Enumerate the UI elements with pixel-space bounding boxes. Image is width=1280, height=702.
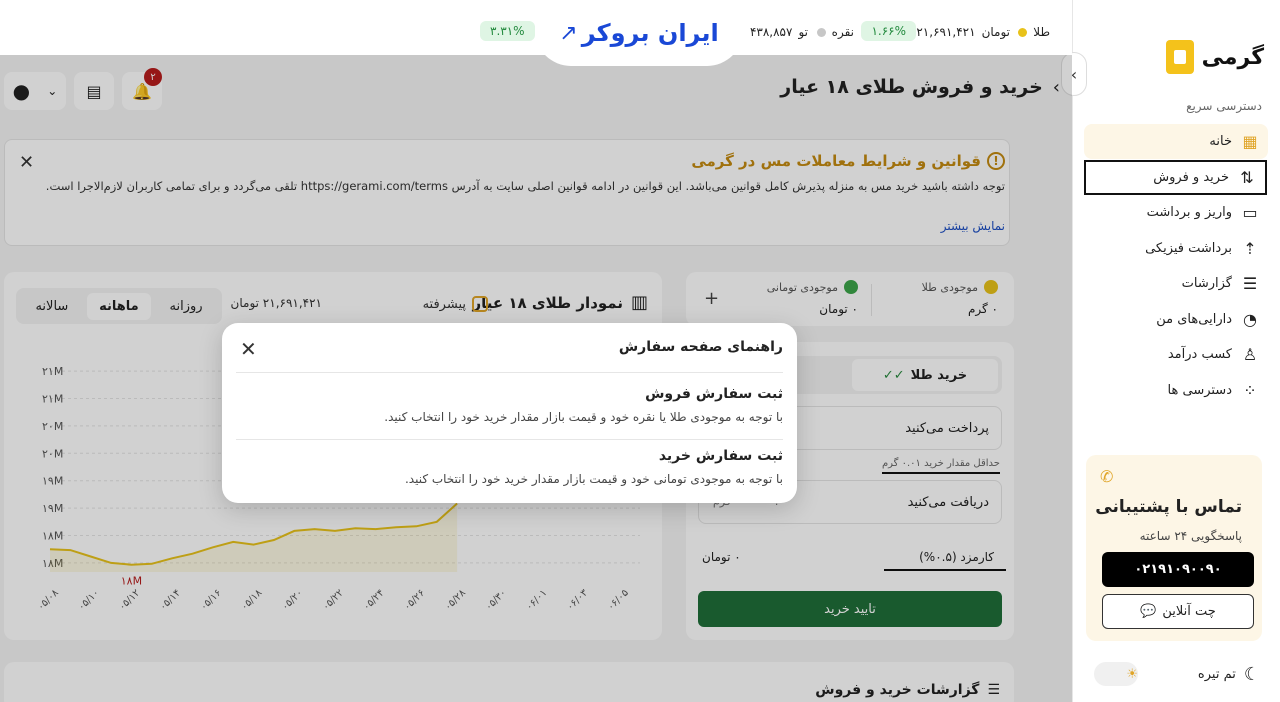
sidebar-item-earn[interactable]: ♙ کسب درآمد [1084,337,1268,372]
ticker-gold-change: ۱.۶۶% [861,21,916,41]
ticker-gold-pct: ۱.۶۶% [861,21,916,41]
support-subtitle: پاسخگویی ۲۴ ساعته [1139,529,1242,543]
wallet-card-icon: ▭ [1242,203,1258,222]
order-guide-modal: راهنمای صفحه سفارش ✕ ثبت سفارش فروش با ت… [222,323,797,503]
ticker-gold-label: طلا [1033,25,1050,39]
phone-icon: ✆ [1100,467,1114,486]
sidebar-item-label: برداشت فیزیکی [1145,240,1232,256]
chat-bubble-icon: 💬 [1140,604,1157,619]
sidebar-item-label: گزارشات [1181,276,1232,291]
support-phone-button[interactable]: ۰۲۱۹۱۰۹۰۰۹۰ [1102,552,1254,587]
sidebar-item-label: کسب درآمد [1167,347,1232,362]
sidebar-item-deposit-withdraw[interactable]: ▭ واریز و برداشت [1084,195,1268,230]
ticker-silver-label: نقره [831,25,854,39]
ticker-silver-unit: تو [798,25,808,39]
ticker-gold-price: تومان ۲۱,۶۹۱,۴۲۱ [916,25,1010,39]
trend-arrow-icon: ↗ [559,20,578,46]
ticker-silver-price: تو ۴۳۸,۸۵۷ [750,25,808,39]
theme-toggle[interactable]: ☀ [1094,662,1138,686]
moon-icon: ☾ [1243,663,1260,685]
modal-title: راهنمای صفحه سفارش [618,339,783,355]
online-chat-button[interactable]: چت آنلاین 💬 [1102,594,1254,629]
buy-order-title: ثبت سفارش خرید [658,448,783,464]
sell-order-desc: با توجه به موجودی طلا یا نقره خود و قیمت… [384,410,783,424]
logo-text: ایران بروکر [581,19,719,47]
gold-dot-icon [1018,27,1028,37]
modal-divider [236,372,783,373]
apps-grid-icon: ⁘ [1243,380,1257,400]
brand-name: گرمی [1201,44,1264,70]
sidebar-item-label: خرید و فروش [1153,169,1229,185]
ticker-silver: نقره [816,25,854,39]
ticker-other-pct: ۳.۳۱% [480,21,535,41]
ticker-gold: طلا [1018,25,1050,39]
sidebar-nav: ▦ خانه ⇅ خرید و فروش ▭ واریز و برداشت ⇡ … [1084,124,1268,408]
close-icon[interactable]: ✕ [240,337,257,361]
report-list-icon: ☰ [1242,274,1258,293]
ticker-silver-value: ۴۳۸,۸۵۷ [749,25,793,39]
ticker-gold-unit: تومان [981,25,1010,39]
sell-order-title: ثبت سفارش فروش [645,386,783,402]
silver-dot-icon [816,27,826,37]
quick-access-label: دسترسی سریع [1186,99,1262,113]
theme-label: تم تیره [1197,666,1236,682]
iranbroker-logo[interactable]: ایران بروکر ↗ [535,0,743,66]
users-income-icon: ♙ [1242,345,1258,364]
brand[interactable]: گرمی [1165,40,1264,74]
sidebar-item-home[interactable]: ▦ خانه [1084,124,1268,159]
sidebar-item-label: دارایی‌های من [1156,311,1232,327]
home-grid-icon: ▦ [1242,132,1258,151]
support-card: ✆ تماس با پشتیبانی پاسخگویی ۲۴ ساعته ۰۲۱… [1086,455,1262,641]
ticker-gold-value: ۲۱,۶۹۱,۴۲۱ [916,25,976,39]
chat-label: چت آنلاین [1162,604,1216,619]
pie-chart-icon: ◔ [1243,309,1257,329]
sun-icon: ☀ [1126,666,1138,682]
ticker-other-change: ۳.۳۱% [480,21,535,41]
sidebar-item-label: خانه [1209,134,1232,149]
buy-sell-arrows-icon: ⇅ [1240,167,1254,187]
dark-theme-row: ☾ تم تیره ☀ [1084,654,1268,694]
sidebar-item-reports[interactable]: ☰ گزارشات [1084,266,1268,301]
brand-logo [1165,40,1194,74]
buy-order-desc: با توجه به موجودی تومانی خود و قیمت بازا… [404,472,783,486]
upload-arrow-icon: ⇡ [1243,238,1257,258]
sidebar-item-assets[interactable]: ◔ دارایی‌های من [1084,302,1268,337]
support-title: تماس با پشتیبانی [1095,497,1242,517]
sidebar-item-access[interactable]: ⁘ دسترسی ها [1084,373,1268,408]
sidebar-item-label: واریز و برداشت [1146,205,1232,220]
sidebar-item-physical-withdraw[interactable]: ⇡ برداشت فیزیکی [1084,231,1268,266]
sidebar: › گرمی دسترسی سریع ▦ خانه ⇅ خرید و فروش … [1061,0,1280,702]
sidebar-item-label: دسترسی ها [1167,382,1232,398]
modal-divider [236,439,783,440]
sidebar-item-buy-sell[interactable]: ⇅ خرید و فروش [1084,159,1267,195]
